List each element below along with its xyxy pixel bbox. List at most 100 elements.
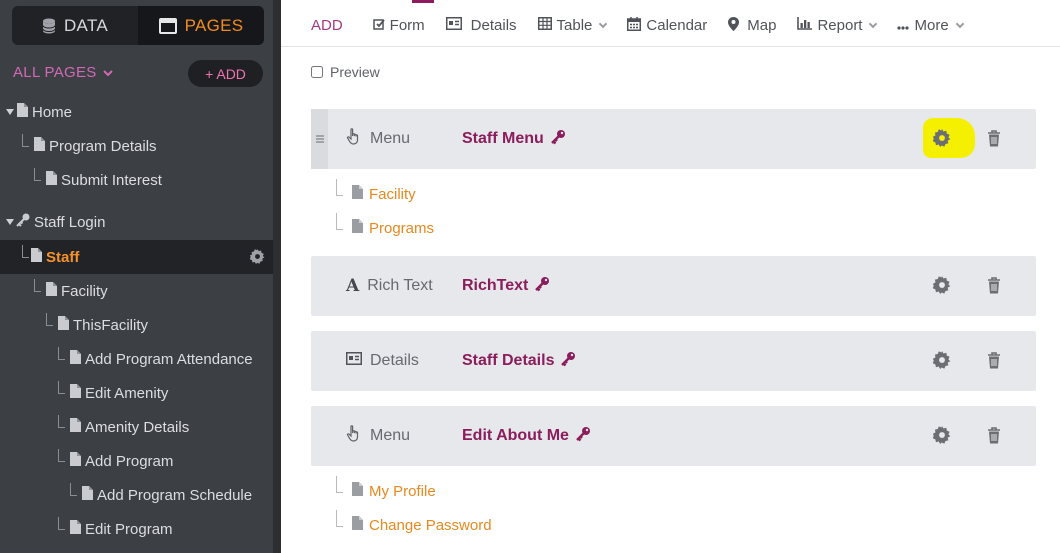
sidebar-item-label: Staff Login [34, 213, 106, 231]
tree-connector [58, 517, 65, 530]
add-table-button[interactable]: Table [537, 17, 608, 34]
menu-link-label: My Profile [369, 482, 436, 500]
view-card-staff-menu[interactable]: Menu Staff Menu [311, 109, 1036, 169]
sidebar-item-home[interactable]: Home [0, 95, 273, 129]
gear-icon[interactable] [249, 249, 265, 268]
preview-toggle[interactable]: Preview [311, 64, 380, 80]
tree-connector [58, 449, 65, 462]
sidebar-item-label: Add Program Schedule [97, 486, 253, 504]
tree-connector [70, 483, 77, 496]
trash-icon[interactable] [987, 352, 1001, 374]
page-icon [351, 219, 363, 237]
drag-handle[interactable] [311, 109, 328, 169]
page-icon [351, 516, 363, 534]
gear-icon[interactable] [932, 426, 951, 449]
drag-handle-icon [315, 135, 324, 143]
menu-link-programs[interactable]: Programs [336, 213, 434, 237]
chevron-down-icon [102, 64, 113, 81]
sidebar-item-label: Home [32, 103, 73, 121]
main-panel: ADD Form Details Table Calendar Map Repo… [281, 0, 1060, 553]
caret-down-icon [6, 109, 14, 115]
pointer-hand-icon [346, 425, 362, 447]
add-map-button[interactable]: Map [728, 16, 776, 35]
add-report-button[interactable]: Report [797, 17, 878, 34]
database-icon [42, 18, 56, 34]
trash-icon[interactable] [987, 427, 1001, 449]
tab-data[interactable]: DATA [12, 6, 138, 45]
sidebar-item-add-program-schedule[interactable]: Add Program Schedule [0, 478, 273, 512]
view-type-label: Details [370, 352, 419, 369]
sidebar-item-add-program[interactable]: Add Program [0, 444, 273, 478]
view-name-link[interactable]: RichText [462, 256, 550, 316]
view-card-staff-details[interactable]: Details Staff Details [311, 331, 1036, 391]
trash-icon[interactable] [987, 277, 1001, 299]
tab-data-label: DATA [63, 15, 108, 35]
sidebar-scrollbar[interactable] [273, 0, 281, 553]
tree-connector [58, 415, 65, 428]
add-details-label: Details [470, 17, 517, 34]
add-form-button[interactable]: Form [372, 17, 425, 34]
tree-connector [336, 476, 343, 493]
ellipsis-icon [897, 17, 910, 34]
view-name-link[interactable]: Edit About Me [462, 406, 591, 466]
page-icon [33, 137, 45, 155]
page-icon [351, 482, 363, 500]
view-name-link[interactable]: Staff Menu [462, 109, 566, 169]
page-icon [69, 418, 81, 436]
sidebar-item-facility[interactable]: Facility [0, 274, 273, 308]
gear-icon[interactable] [932, 276, 951, 299]
add-details-button[interactable]: Details [445, 17, 517, 34]
sidebar-item-add-program-attendance[interactable]: Add Program Attendance [0, 342, 273, 376]
details-icon [445, 17, 462, 34]
view-name-link[interactable]: Staff Details [462, 331, 576, 391]
add-calendar-button[interactable]: Calendar [627, 16, 708, 35]
gear-icon[interactable] [932, 351, 951, 374]
preview-checkbox[interactable] [311, 66, 323, 78]
add-calendar-label: Calendar [646, 17, 708, 34]
sidebar-item-staff-login[interactable]: Staff Login [0, 205, 273, 239]
view-type: Menu [346, 406, 410, 466]
add-page-button[interactable]: + ADD [188, 60, 263, 87]
key-icon [534, 276, 550, 297]
bar-chart-icon [797, 17, 813, 34]
add-more-label: More [914, 17, 949, 34]
menu-link-label: Facility [369, 185, 416, 203]
view-name-label: RichText [462, 277, 529, 294]
add-more-button[interactable]: More [897, 17, 964, 34]
sidebar-item-program-details[interactable]: Program Details [0, 129, 273, 163]
page-icon [69, 452, 81, 470]
menu-link-change-password[interactable]: Change Password [336, 510, 492, 534]
page-icon [45, 171, 57, 189]
view-type: Menu [346, 109, 410, 169]
page-icon [57, 316, 69, 334]
sidebar-item-label: Edit Program [85, 520, 173, 538]
map-pin-icon [728, 16, 740, 35]
tree-connector [34, 168, 41, 181]
sidebar-item-label: Facility [61, 282, 108, 300]
all-pages-dropdown[interactable]: ALL PAGES [13, 64, 113, 81]
chevron-down-icon [955, 19, 964, 28]
page-icon [69, 520, 81, 538]
sidebar-item-amenity-details[interactable]: Amenity Details [0, 410, 273, 444]
view-toolbar: ADD Form Details Table Calendar Map Repo… [281, 5, 1060, 47]
view-card-edit-about-me[interactable]: Menu Edit About Me [311, 406, 1036, 466]
view-type-label: Rich Text [367, 277, 433, 294]
view-card-richtext[interactable]: A Rich Text RichText [311, 256, 1036, 316]
menu-link-facility[interactable]: Facility [336, 179, 416, 203]
sidebar-item-edit-amenity[interactable]: Edit Amenity [0, 376, 273, 410]
window-icon [158, 17, 177, 34]
tree-connector [336, 179, 343, 196]
add-form-label: Form [389, 17, 425, 34]
menu-link-my-profile[interactable]: My Profile [336, 476, 436, 500]
tab-pages[interactable]: PAGES [138, 6, 264, 45]
tree-connector [58, 347, 65, 360]
page-icon [81, 486, 93, 504]
gear-icon[interactable] [932, 129, 951, 152]
sidebar-item-thisfacility[interactable]: ThisFacility [0, 308, 273, 342]
calendar-icon [627, 16, 642, 35]
sidebar-item-submit-interest[interactable]: Submit Interest [0, 163, 273, 197]
sidebar-item-staff[interactable]: Staff [0, 240, 273, 274]
page-icon [16, 103, 28, 121]
trash-icon[interactable] [987, 130, 1001, 152]
sidebar-item-edit-program[interactable]: Edit Program [0, 512, 273, 546]
